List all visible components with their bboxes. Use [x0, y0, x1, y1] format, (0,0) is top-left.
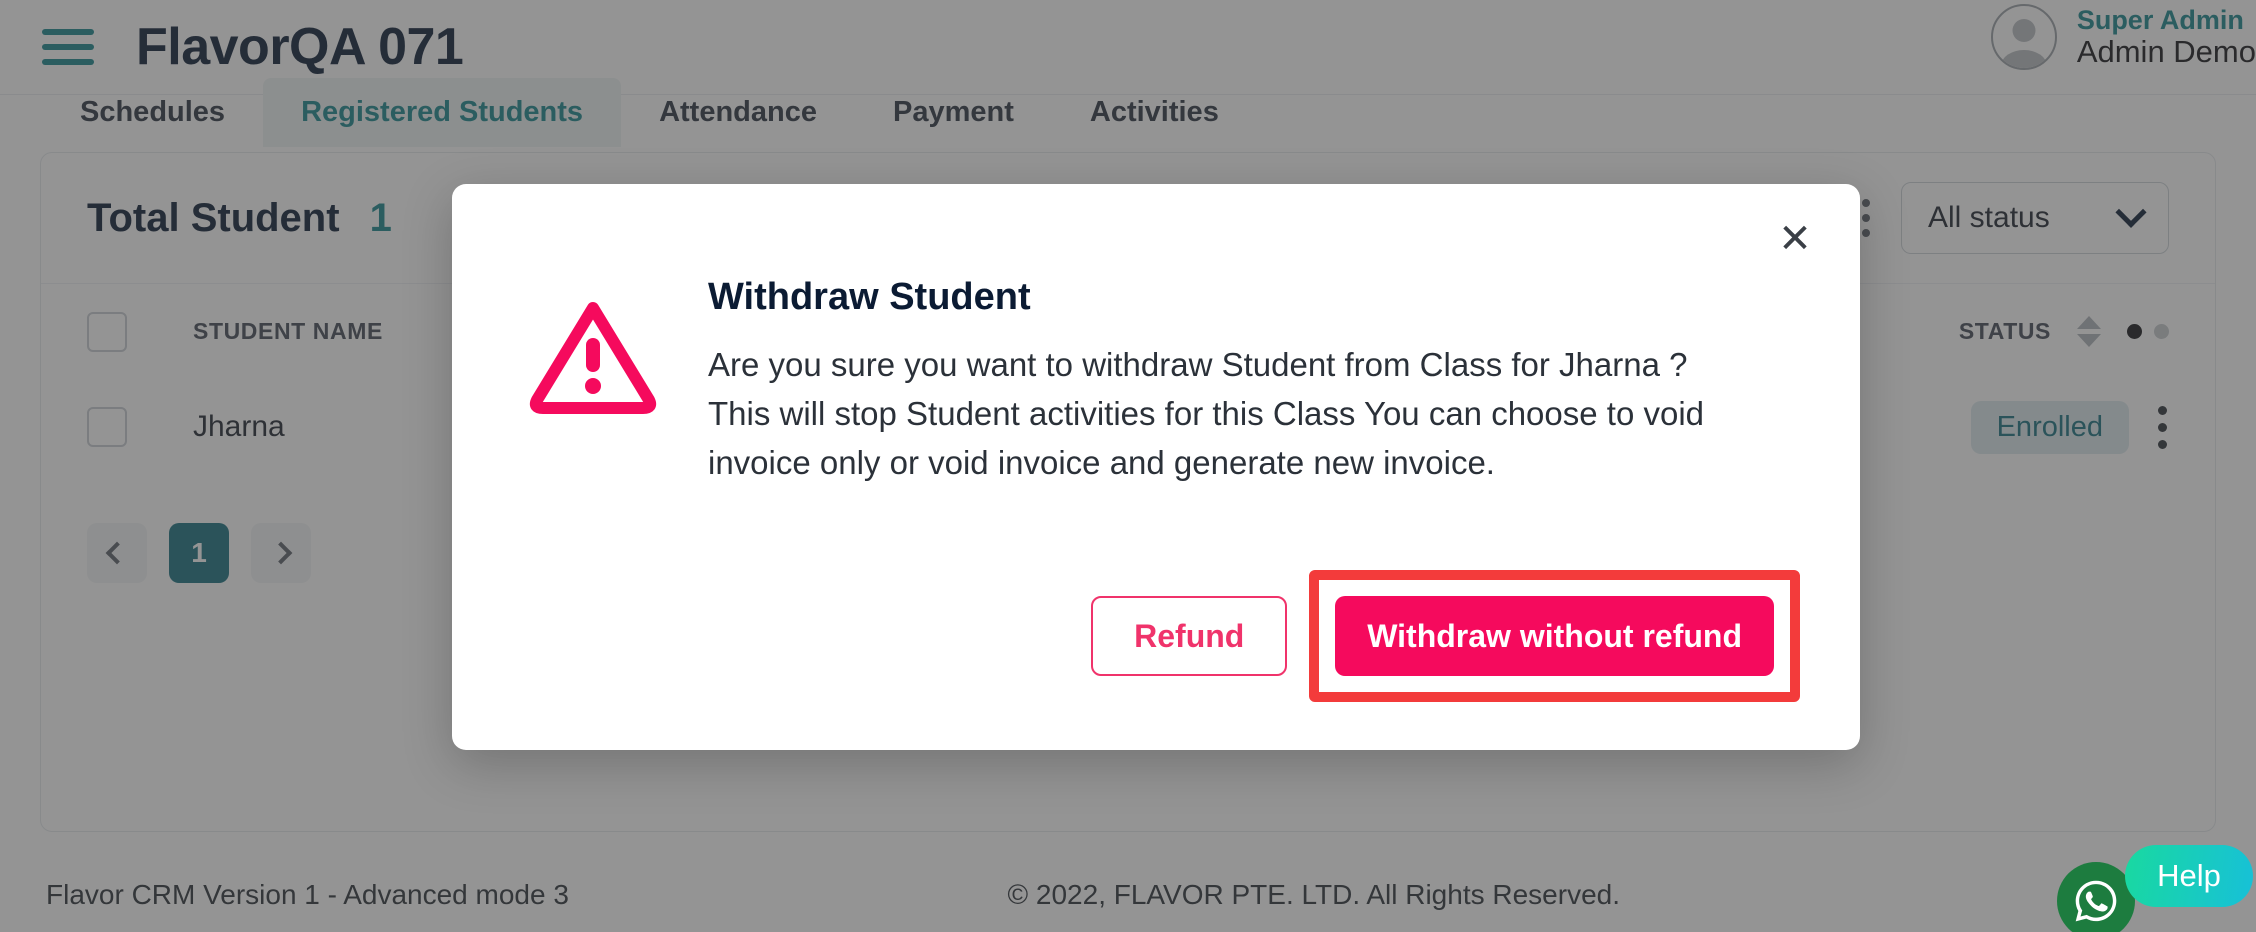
modal-actions: Refund Withdraw without refund [1091, 570, 1800, 702]
refund-button[interactable]: Refund [1091, 596, 1288, 676]
highlight-annotation: Withdraw without refund [1309, 570, 1800, 702]
modal-title: Withdraw Student [708, 276, 1031, 318]
warning-triangle-icon [529, 302, 657, 414]
withdraw-student-modal: ✕ Withdraw Student Are you sure you want… [452, 184, 1860, 750]
withdraw-without-refund-button[interactable]: Withdraw without refund [1335, 596, 1774, 676]
whatsapp-glyph [2075, 880, 2117, 922]
whatsapp-icon[interactable] [2057, 862, 2135, 932]
modal-text: Withdraw Student Are you sure you want t… [708, 276, 1718, 487]
close-icon[interactable]: ✕ [1774, 218, 1816, 260]
app-root: FlavorQA 071 Super Admin Admin Demo Sche… [0, 0, 2256, 932]
help-button[interactable]: Help [2125, 845, 2253, 907]
modal-message: Are you sure you want to withdraw Studen… [708, 346, 1705, 481]
modal-body: Withdraw Student Are you sure you want t… [528, 276, 1718, 487]
